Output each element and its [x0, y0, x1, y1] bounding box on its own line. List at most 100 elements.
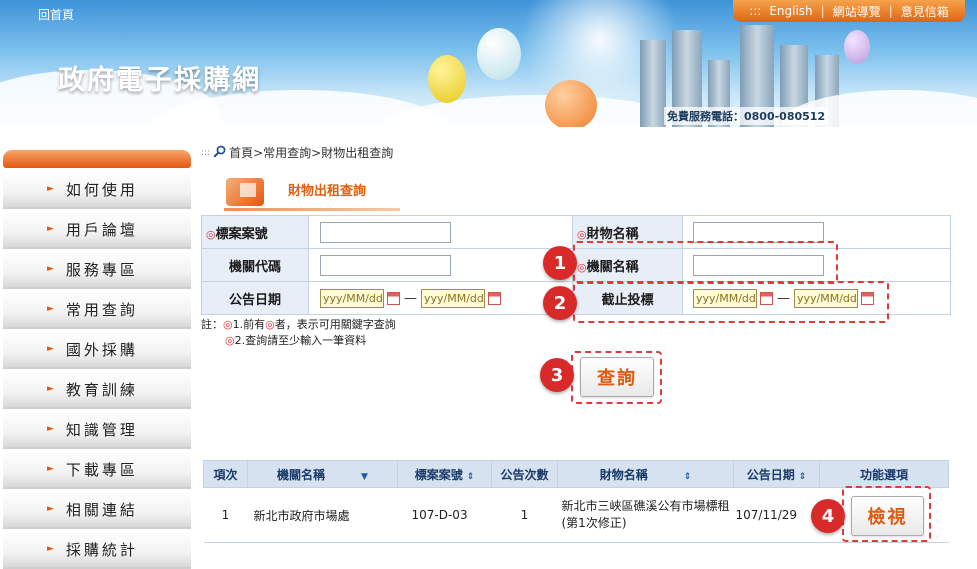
sort-icon[interactable]: ⇕ — [684, 472, 692, 482]
note-prefix: 註： — [201, 318, 223, 331]
breadcrumb-text[interactable]: 首頁>常用查詢>財物出租查詢 — [229, 144, 393, 161]
cell-asset: 新北市三峽區礁溪公有市場標租(第1次修正) — [557, 487, 734, 543]
cell-date: 107/11/29 — [733, 487, 820, 543]
col-header-date[interactable]: 公告日期 ⇕ — [733, 460, 820, 488]
arrow-right-icon: ► — [47, 304, 57, 314]
calendar-icon[interactable] — [488, 291, 501, 305]
breadcrumb-dots: ::: — [201, 147, 211, 158]
arrow-right-icon: ► — [47, 384, 57, 394]
folder-icon — [226, 178, 264, 206]
page-title: 財物出租查詢 — [288, 184, 367, 199]
agency-code-input-cell — [308, 248, 573, 282]
cell-count: 1 — [491, 487, 558, 543]
top-nav: ::: English | 網站導覽 | 意見信箱 — [733, 0, 965, 22]
agency-code-label-cell: 機關代碼 — [201, 248, 309, 282]
step-badge-3: 3 — [540, 358, 574, 392]
sidebar-item-statistics[interactable]: ► 採購統計 — [3, 531, 191, 569]
col-header-asset[interactable]: 財物名稱 ⇕ — [557, 460, 734, 488]
announce-date-start-input[interactable]: yyy/MM/dd — [320, 288, 384, 308]
keyword-marker-icon: ◎ — [265, 318, 275, 331]
site-title: 政府電子採購網 — [58, 65, 261, 96]
sidebar: ► 如何使用 ► 用戶論壇 ► 服務專區 ► 常用查詢 ► 國外採購 ► 教育訓練 ► 知識管… — [0, 150, 192, 569]
balloon-purple-image — [844, 30, 870, 64]
sidebar-item-links[interactable]: ► 相關連結 — [3, 491, 191, 529]
arrow-right-icon: ► — [47, 264, 57, 274]
cell-index: 1 — [203, 487, 248, 543]
case-no-input-cell — [308, 215, 573, 249]
agency-code-input[interactable] — [320, 254, 451, 276]
col-header-label: 公告日期 — [746, 467, 795, 482]
sidebar-item-label: 教育訓練 — [65, 380, 138, 399]
sort-icon[interactable]: ⇕ — [467, 472, 475, 482]
search-icon — [213, 145, 226, 161]
nav-english-link[interactable]: English — [769, 4, 812, 18]
note-text: 1.前有 — [232, 318, 266, 331]
sidebar-item-services[interactable]: ► 服務專區 — [3, 251, 191, 289]
col-header-actions: 功能選項 — [819, 460, 949, 488]
sidebar-item-downloads[interactable]: ► 下載專區 — [3, 451, 191, 489]
hotline-text: 免費服務電話：0800-080512 — [664, 107, 829, 125]
sidebar-item-label: 服務專區 — [65, 260, 138, 279]
sidebar-item-label: 相關連結 — [65, 500, 138, 519]
home-link[interactable]: 回首頁 — [38, 6, 74, 23]
arrow-right-icon: ► — [47, 224, 57, 234]
keyword-marker-icon: ◎ — [225, 334, 235, 347]
sidebar-item-label: 用戶論壇 — [65, 220, 138, 239]
step-badge-4: 4 — [811, 499, 845, 533]
col-header-label: 財物名稱 — [599, 467, 648, 482]
sidebar-item-foreign-procurement[interactable]: ► 國外採購 — [3, 331, 191, 369]
col-header-case-no[interactable]: 標案案號 ⇕ — [397, 460, 492, 488]
step-badge-2: 2 — [543, 286, 577, 320]
search-button[interactable]: 查詢 — [580, 357, 654, 397]
breadcrumb: ::: 首頁>常用查詢>財物出租查詢 — [201, 144, 393, 161]
form-notes: 註：◎1.前有◎者，表示可用關鍵字查詢 ◎2.查詢請至少輸入一筆資料 — [201, 317, 396, 349]
arrow-right-icon: ► — [47, 184, 57, 194]
sidebar-item-label: 採購統計 — [65, 540, 138, 559]
case-no-label-cell: ◎標案案號 — [201, 215, 309, 249]
arrow-right-icon: ► — [47, 424, 57, 434]
agency-code-label: 機關代碼 — [228, 259, 281, 275]
note-line-2: ◎2.查詢請至少輸入一筆資料 — [201, 333, 396, 349]
sidebar-item-label: 下載專區 — [65, 460, 138, 479]
keyword-marker-icon: ◎ — [223, 318, 233, 331]
sidebar-item-common-queries[interactable]: ► 常用查詢 — [3, 291, 191, 329]
cell-agency: 新北市政府市場處 — [247, 487, 398, 543]
asset-name-label: 財物名稱 — [586, 226, 639, 242]
col-header-index: 項次 — [203, 460, 248, 488]
col-header-label: 標案案號 — [414, 467, 463, 482]
balloon-yellow-image — [428, 55, 466, 103]
sidebar-item-knowledge[interactable]: ► 知識管理 — [3, 411, 191, 449]
announce-date-label: 公告日期 — [228, 292, 281, 308]
sidebar-item-forum[interactable]: ► 用戶論壇 — [3, 211, 191, 249]
asset-name-input[interactable] — [693, 221, 824, 243]
keyword-marker-icon: ◎ — [206, 227, 216, 241]
section-underline — [224, 208, 400, 211]
col-header-count: 公告次數 — [491, 460, 558, 488]
sidebar-item-label: 如何使用 — [65, 180, 138, 199]
step-badge-1: 1 — [543, 246, 577, 280]
case-no-input[interactable] — [320, 221, 451, 243]
note-text: 2.查詢請至少輸入一筆資料 — [234, 334, 367, 347]
sidebar-item-how-to-use[interactable]: ► 如何使用 — [3, 171, 191, 209]
highlight-box-1 — [573, 241, 838, 284]
sidebar-item-label: 常用查詢 — [65, 300, 138, 319]
col-header-label: 功能選項 — [859, 467, 908, 482]
col-header-label: 公告次數 — [500, 467, 549, 482]
note-line-1: 註：◎1.前有◎者，表示可用關鍵字查詢 — [201, 317, 396, 333]
building-image — [640, 40, 666, 127]
col-header-agency[interactable]: 機關名稱 ▼ — [247, 460, 398, 488]
announce-date-end-input[interactable]: yyy/MM/dd — [421, 288, 485, 308]
note-text: 者，表示可用關鍵字查詢 — [274, 318, 396, 331]
nav-separator: | — [888, 4, 893, 18]
nav-feedback-link[interactable]: 意見信箱 — [901, 3, 949, 20]
nav-sitemap-link[interactable]: 網站導覽 — [833, 3, 881, 20]
nav-separator: | — [820, 4, 825, 18]
view-button[interactable]: 檢視 — [851, 496, 924, 536]
calendar-icon[interactable] — [387, 291, 400, 305]
sort-icon[interactable]: ⇕ — [799, 472, 807, 482]
col-header-label: 機關名稱 — [277, 467, 326, 482]
sidebar-item-label: 知識管理 — [65, 420, 138, 439]
sort-down-icon[interactable]: ▼ — [361, 472, 368, 482]
balloon-white-image — [477, 28, 521, 80]
sidebar-item-training[interactable]: ► 教育訓練 — [3, 371, 191, 409]
